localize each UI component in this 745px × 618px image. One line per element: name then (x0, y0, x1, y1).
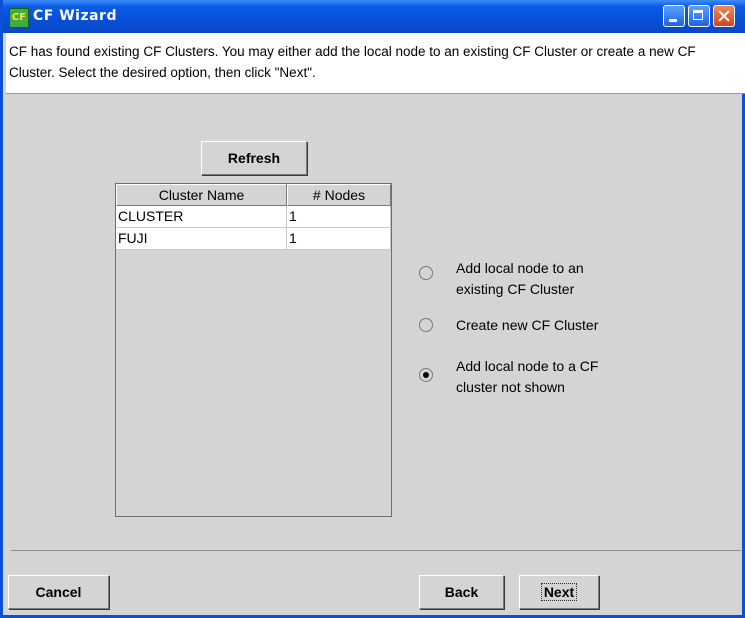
close-icon[interactable] (713, 5, 735, 27)
cluster-table[interactable]: Cluster Name # Nodes CLUSTER 1 FUJI 1 (115, 183, 392, 517)
cancel-button[interactable]: Cancel (8, 575, 109, 609)
table-row[interactable]: FUJI 1 (116, 228, 391, 250)
window-title: CF Wizard (33, 8, 117, 24)
back-button[interactable]: Back (419, 575, 504, 609)
column-header-cluster-name[interactable]: Cluster Name (116, 184, 287, 206)
next-button-label: Next (540, 583, 578, 601)
node-count-cell: 1 (287, 206, 391, 228)
radio-add-existing[interactable] (419, 266, 433, 280)
radio-add-not-shown[interactable] (419, 368, 433, 382)
option-label-add-existing[interactable]: Add local node to an existing CF Cluster (456, 258, 626, 300)
column-header-nodes[interactable]: # Nodes (287, 184, 391, 206)
title-bar[interactable]: CF CF Wizard (3, 0, 745, 33)
option-label-create-new[interactable]: Create new CF Cluster (456, 315, 656, 336)
next-button[interactable]: Next (519, 575, 599, 609)
refresh-button[interactable]: Refresh (201, 141, 307, 175)
radio-create-new[interactable] (419, 318, 433, 332)
cf-app-icon: CF (9, 8, 29, 28)
instruction-text: CF has found existing CF Clusters. You m… (9, 44, 696, 80)
minimize-icon[interactable] (663, 5, 685, 27)
option-label-add-not-shown[interactable]: Add local node to a CF cluster not shown (456, 356, 641, 398)
cluster-name-cell: CLUSTER (116, 206, 287, 228)
node-count-cell: 1 (287, 228, 391, 250)
table-row[interactable]: CLUSTER 1 (116, 206, 391, 228)
maximize-icon[interactable] (688, 5, 710, 27)
table-header: Cluster Name # Nodes (116, 184, 391, 206)
cluster-name-cell: FUJI (116, 228, 287, 250)
header-panel: CF has found existing CF Clusters. You m… (6, 33, 745, 94)
